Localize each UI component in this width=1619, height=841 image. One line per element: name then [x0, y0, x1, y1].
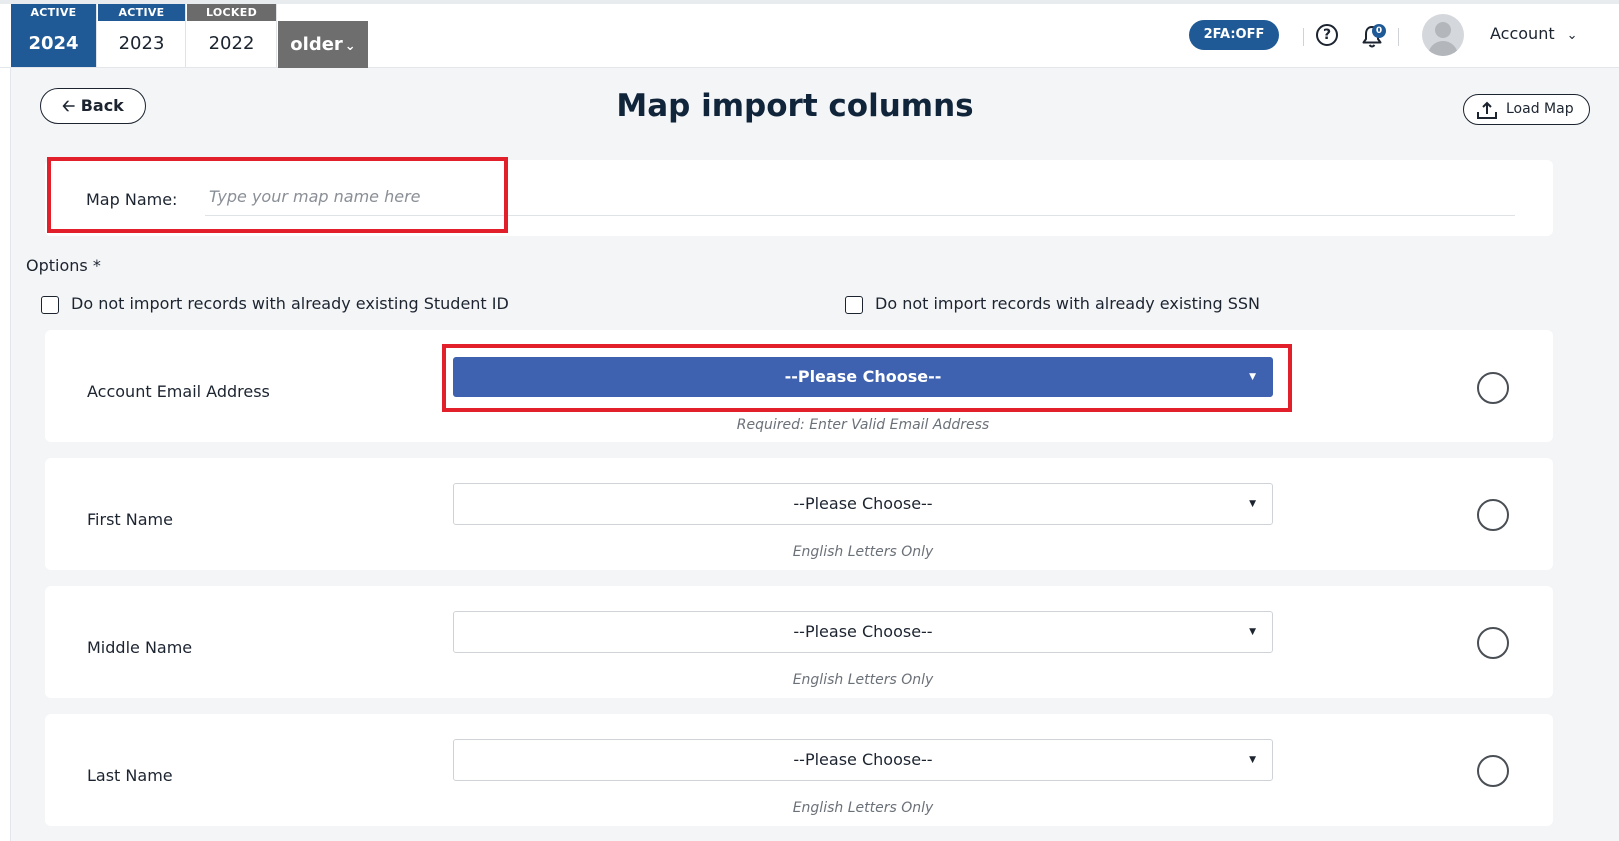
caret-down-icon: ▼ — [1249, 627, 1256, 637]
divider — [1398, 28, 1399, 46]
avatar-body — [1428, 41, 1458, 56]
column-radio[interactable] — [1477, 755, 1509, 787]
column-label: Middle Name — [87, 638, 193, 657]
column-radio[interactable] — [1477, 372, 1509, 404]
twofa-status-badge[interactable]: 2FA:OFF — [1189, 20, 1279, 50]
chevron-down-icon: ⌄ — [344, 39, 356, 54]
load-map-button[interactable]: Load Map — [1463, 94, 1590, 125]
column-select-value: --Please Choose-- — [793, 494, 933, 513]
divider — [1303, 28, 1304, 46]
upload-icon — [1477, 101, 1497, 119]
student-id-option-label: Do not import records with already exist… — [71, 294, 509, 313]
help-icon[interactable]: ? — [1316, 24, 1338, 46]
older-label: older — [290, 34, 343, 55]
highlight-box-email-select — [442, 344, 1292, 412]
back-button[interactable]: 🡠 Back — [40, 88, 146, 124]
year-status-badge: LOCKED — [187, 4, 276, 21]
column-hint: English Letters Only — [792, 672, 934, 688]
column-select-value: --Please Choose-- — [793, 750, 933, 769]
ssn-checkbox[interactable] — [845, 295, 863, 314]
column-label: Last Name — [87, 766, 173, 785]
column-label: Account Email Address — [87, 382, 270, 401]
avatar[interactable] — [1422, 14, 1464, 56]
column-row-last-name: Last Name --Please Choose-- ▼ English Le… — [45, 714, 1553, 826]
load-map-label: Load Map — [1506, 101, 1574, 117]
column-select[interactable]: --Please Choose-- ▼ — [453, 739, 1273, 781]
back-label: Back — [80, 96, 124, 115]
year-status-badge: ACTIVE — [11, 4, 96, 21]
arrow-left-icon: 🡠 — [62, 96, 76, 115]
account-menu[interactable]: Account ⌄ — [1490, 24, 1578, 43]
column-row-middle-name: Middle Name --Please Choose-- ▼ English … — [45, 586, 1553, 698]
top-header: ACTIVE 2024 ACTIVE 2023 LOCKED 2022 olde… — [0, 4, 1619, 68]
older-years-dropdown[interactable]: older ⌄ — [278, 21, 368, 68]
column-radio[interactable] — [1477, 627, 1509, 659]
year-label: 2023 — [118, 33, 165, 54]
year-label: 2022 — [208, 33, 255, 54]
highlight-box-map-name — [47, 157, 508, 233]
column-radio[interactable] — [1477, 499, 1509, 531]
option-student-id[interactable]: Do not import records with already exist… — [41, 294, 509, 314]
student-id-checkbox[interactable] — [41, 295, 59, 314]
ssn-option-label: Do not import records with already exist… — [875, 294, 1260, 313]
year-label: 2024 — [11, 21, 96, 67]
column-row-first-name: First Name --Please Choose-- ▼ English L… — [45, 458, 1553, 570]
year-tab-2022[interactable]: LOCKED 2022 — [187, 4, 277, 67]
caret-down-icon: ▼ — [1249, 499, 1256, 509]
chevron-down-icon: ⌄ — [1566, 28, 1578, 43]
account-label: Account — [1490, 24, 1555, 43]
column-hint: English Letters Only — [792, 800, 934, 816]
year-status-badge: ACTIVE — [98, 4, 185, 21]
year-tab-2024[interactable]: ACTIVE 2024 — [11, 4, 97, 67]
year-tab-2023[interactable]: ACTIVE 2023 — [98, 4, 186, 67]
avatar-head — [1435, 22, 1451, 38]
column-label: First Name — [87, 510, 173, 529]
notification-count-badge: 0 — [1372, 24, 1386, 38]
column-select[interactable]: --Please Choose-- ▼ — [453, 483, 1273, 525]
caret-down-icon: ▼ — [1249, 755, 1256, 765]
column-hint: English Letters Only — [792, 544, 934, 560]
column-select-value: --Please Choose-- — [793, 622, 933, 641]
column-select[interactable]: --Please Choose-- ▼ — [453, 611, 1273, 653]
option-ssn[interactable]: Do not import records with already exist… — [845, 294, 1260, 314]
options-label: Options * — [26, 256, 101, 275]
page-title: Map import columns — [616, 88, 974, 124]
column-hint: Required: Enter Valid Email Address — [736, 417, 990, 433]
